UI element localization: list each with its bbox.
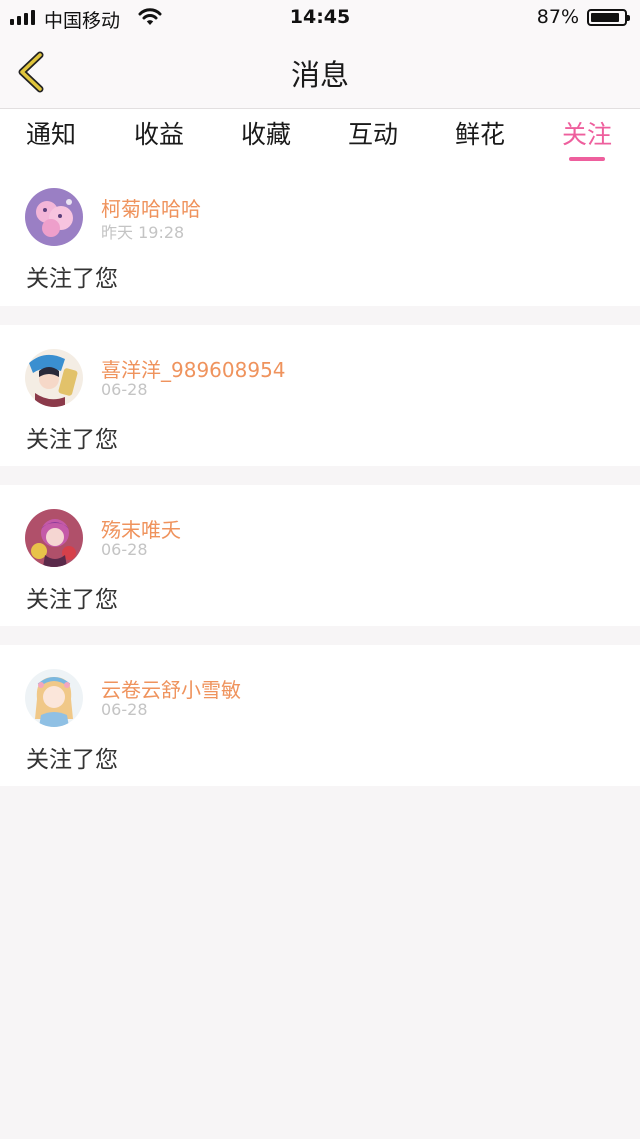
tab-label: 关注 [562,120,613,149]
tab-label: 收益 [134,120,185,149]
tab-label: 鲜花 [455,120,506,149]
tab-label: 通知 [26,120,77,149]
tab-bar: 通知 收益 收藏 互动 鲜花 关注 [0,109,640,164]
battery-percent: 87% [536,6,579,28]
tab-label: 收藏 [241,120,292,149]
message-text: 关注了您 [26,747,118,773]
battery-icon [587,9,630,26]
list-item[interactable]: 柯菊哈哈哈 昨天 19:28 关注了您 [0,164,640,306]
username[interactable]: 殇末唯夭 [101,514,181,543]
timestamp: 06-28 [101,700,148,719]
message-text: 关注了您 [26,587,118,613]
list-item[interactable]: 喜洋洋_989608954 06-28 关注了您 [0,325,640,466]
nav-bar: 消息 [0,36,640,109]
active-tab-indicator [569,157,605,161]
tab-interactions[interactable]: 互动 [348,115,398,151]
battery-fill [591,13,619,22]
avatar[interactable] [25,349,83,407]
avatar[interactable] [25,188,83,246]
list-item[interactable]: 殇末唯夭 06-28 关注了您 [0,485,640,626]
tab-earnings[interactable]: 收益 [134,115,184,151]
tab-favorites[interactable]: 收藏 [241,115,291,151]
timestamp: 06-28 [101,540,148,559]
message-list: 柯菊哈哈哈 昨天 19:28 关注了您 喜洋洋_989608954 06-28 … [0,164,640,786]
username[interactable]: 喜洋洋_989608954 [101,354,286,383]
tab-label: 互动 [348,120,399,149]
timestamp: 昨天 19:28 [101,223,185,242]
message-text: 关注了您 [26,266,118,292]
list-item[interactable]: 云卷云舒小雪敏 06-28 关注了您 [0,645,640,786]
tab-flowers[interactable]: 鲜花 [455,115,505,151]
tab-notifications[interactable]: 通知 [26,115,76,151]
message-text: 关注了您 [26,427,118,453]
timestamp: 06-28 [101,380,148,399]
username[interactable]: 云卷云舒小雪敏 [101,674,241,703]
avatar[interactable] [25,669,83,727]
tab-follows[interactable]: 关注 [562,115,613,161]
status-bar: 中国移动 14:45 87% [0,0,640,36]
avatar[interactable] [25,509,83,567]
username[interactable]: 柯菊哈哈哈 [101,193,201,222]
page-title: 消息 [290,58,349,92]
